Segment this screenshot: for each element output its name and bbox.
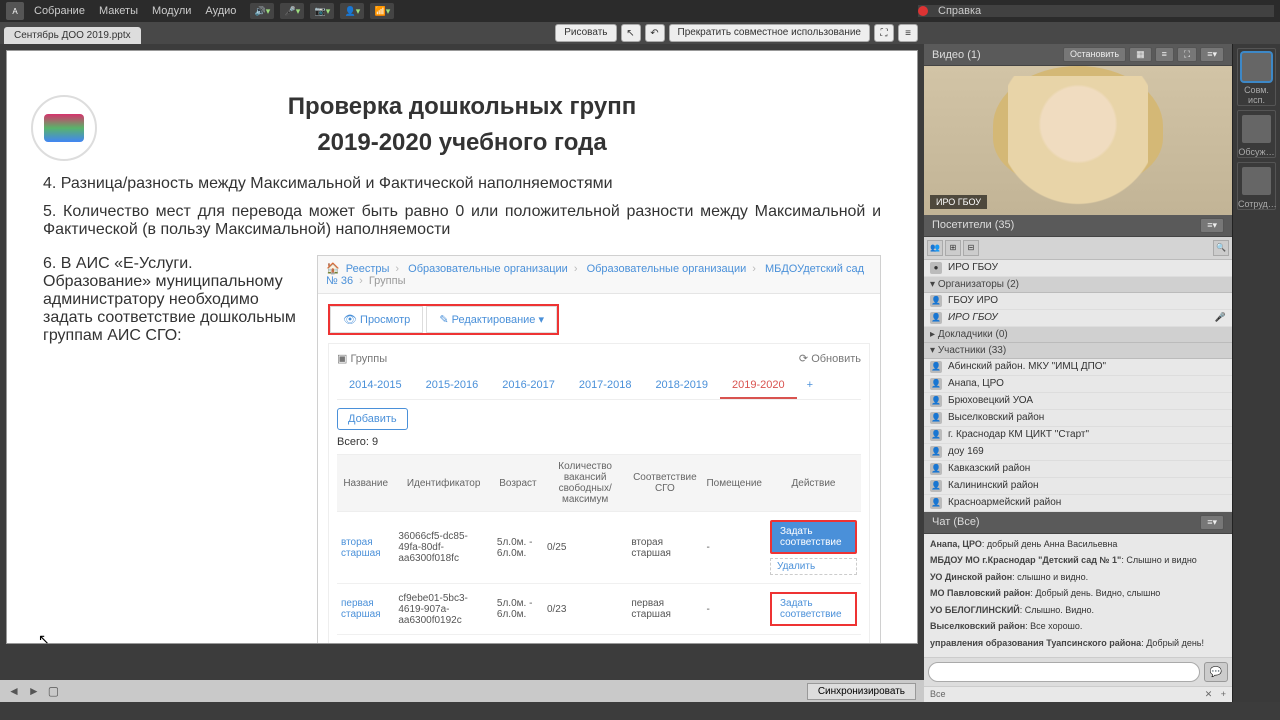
list-item[interactable]: 👤Кавказский район bbox=[924, 461, 1232, 478]
set-match-button[interactable]: Задать соответствие bbox=[770, 520, 857, 554]
list-item[interactable]: 👤доу 169 bbox=[924, 444, 1232, 461]
layout-sidebar: Совм. исп. Обсуж… Сотруд… bbox=[1232, 44, 1280, 702]
connection-icon[interactable]: 📶▾ bbox=[370, 3, 394, 19]
strip-icon[interactable]: ≡ bbox=[1155, 47, 1174, 62]
status-view-icon[interactable]: ⊞ bbox=[945, 240, 961, 256]
breadcrumb: 🏠 Реестры› Образовательные организации› … bbox=[318, 256, 880, 294]
ais-screenshot: 🏠 Реестры› Образовательные организации› … bbox=[317, 255, 881, 644]
attendee-list: ●ИРО ГБОУ ▾ Организаторы (2) 👤ГБОУ ИРО 👤… bbox=[924, 260, 1232, 512]
list-item[interactable]: 👤ГБОУ ИРО bbox=[924, 293, 1232, 310]
video-feed: ИРО ГБОУ bbox=[924, 66, 1232, 215]
slide-p4: 4. Разница/разность между Максимальной и… bbox=[43, 175, 881, 193]
chat-scope-label[interactable]: Все bbox=[930, 689, 946, 700]
chat-messages: Анапа, ЦРО: добрый день Анна Васильевна … bbox=[924, 534, 1232, 658]
slide-p5: 5. Количество мест для перевода может бы… bbox=[43, 203, 881, 239]
view-tab[interactable]: 👁 Просмотр bbox=[330, 306, 423, 333]
menu-meeting[interactable]: Собрание bbox=[34, 5, 85, 17]
slide-logo bbox=[31, 95, 97, 161]
video-pod-header: Видео (1) Остановить ▦ ≡ ⛶ ≡▾ bbox=[924, 44, 1232, 66]
mic-icon: 🎤 bbox=[1215, 312, 1226, 323]
status-icon[interactable]: 👤▾ bbox=[340, 3, 364, 19]
chat-header: Чат (Все) ≡▾ bbox=[924, 512, 1232, 534]
webcam-icon[interactable]: 📷▾ bbox=[310, 3, 334, 19]
group-participants[interactable]: ▾ Участники (33) bbox=[924, 343, 1232, 359]
add-button[interactable]: Добавить bbox=[337, 408, 408, 430]
pod-options-icon[interactable]: ≡▾ bbox=[1200, 515, 1224, 530]
total-label: Всего: 9 bbox=[337, 436, 861, 448]
list-item[interactable]: 👤Абинский район. МКУ "ИМЦ ДПО" bbox=[924, 359, 1232, 376]
layout-thumb[interactable] bbox=[1242, 53, 1271, 81]
document-tab[interactable]: Сентябрь ДОО 2019.pptx bbox=[4, 27, 141, 44]
list-item[interactable]: 👤Выселковский район bbox=[924, 410, 1232, 427]
attendee-toolbar: 👥 ⊞ ⊟ 🔍 bbox=[924, 237, 1232, 260]
prev-slide-icon[interactable]: ◄ bbox=[8, 684, 20, 698]
grid-icon[interactable]: ▦ bbox=[1129, 47, 1152, 62]
menu-layouts[interactable]: Макеты bbox=[99, 5, 138, 17]
fullscreen-icon[interactable]: ⛶ bbox=[874, 24, 894, 42]
refresh-link[interactable]: ⟳ Обновить bbox=[799, 352, 861, 365]
attendee-me[interactable]: ●ИРО ГБОУ bbox=[924, 260, 1232, 277]
pod-menu-icon[interactable]: ≡ bbox=[898, 24, 918, 42]
document-tabstrip: Сентябрь ДОО 2019.pptx Рисовать ↖ ↶ Прек… bbox=[0, 22, 1280, 44]
add-year-icon[interactable]: + bbox=[797, 373, 823, 399]
slide-navbar: ◄ ► ▢ Синхронизировать bbox=[0, 680, 924, 702]
table-row: первая старшая cf9ebe01-5bc3-4619-907a-a… bbox=[337, 584, 861, 635]
next-slide-icon[interactable]: ► bbox=[28, 684, 40, 698]
user-view-icon[interactable]: 👥 bbox=[927, 240, 943, 256]
slide: Проверка дошкольных групп 2019-2020 учеб… bbox=[6, 50, 918, 644]
list-item[interactable]: 👤Калининский район bbox=[924, 478, 1232, 495]
layout-thumb[interactable] bbox=[1242, 167, 1271, 195]
list-item[interactable]: 👤ИРО ГБОУ🎤 bbox=[924, 310, 1232, 327]
sync-button[interactable]: Синхронизировать bbox=[807, 683, 916, 700]
pod-options-icon[interactable]: ≡▾ bbox=[1200, 47, 1224, 62]
menu-help[interactable]: Справка bbox=[938, 5, 981, 17]
group-organizers[interactable]: ▾ Организаторы (2) bbox=[924, 277, 1232, 293]
slide-p6: 6. В АИС «Е-Услуги. Образование» муницип… bbox=[43, 255, 301, 644]
list-item[interactable]: 👤Красноармейский район bbox=[924, 495, 1232, 512]
set-match-button[interactable]: Задать соответствие bbox=[770, 592, 857, 626]
speaker-icon[interactable]: 🔊▾ bbox=[250, 3, 274, 19]
fullscreen-icon[interactable]: ⛶ bbox=[1177, 47, 1197, 62]
pod-options-icon[interactable]: ≡▾ bbox=[1200, 218, 1224, 233]
menu-modules[interactable]: Модули bbox=[152, 5, 191, 17]
stop-icon[interactable]: ▢ bbox=[48, 684, 59, 698]
chat-input[interactable] bbox=[928, 662, 1200, 682]
menu-bar: A Собрание Макеты Модули Аудио 🔊▾ 🎤▾ 📷▾ … bbox=[0, 0, 1280, 22]
draw-button[interactable]: Рисовать bbox=[555, 24, 616, 42]
pointer-icon[interactable]: ↖ bbox=[621, 24, 641, 42]
groups-table: НазваниеИдентификаторВозраст Количество … bbox=[337, 454, 861, 635]
table-row: вторая старшая 36066cf5-dc85-49fa-80df-a… bbox=[337, 512, 861, 584]
app-logo: A bbox=[6, 2, 24, 20]
year-tabs: 2014-2015 2015-2016 2016-2017 2017-2018 … bbox=[337, 373, 861, 400]
slide-title-2: 2019-2020 учебного года bbox=[25, 129, 899, 157]
list-item[interactable]: 👤Анапа, ЦРО bbox=[924, 376, 1232, 393]
attendees-header: Посетители (35) ≡▾ bbox=[924, 215, 1232, 237]
stop-video-button[interactable]: Остановить bbox=[1063, 47, 1126, 62]
mic-icon[interactable]: 🎤▾ bbox=[280, 3, 304, 19]
group-speakers[interactable]: ▸ Докладчики (0) bbox=[924, 327, 1232, 343]
delete-link[interactable]: Удалить bbox=[770, 558, 857, 575]
edit-tab[interactable]: ✎ Редактирование ▾ bbox=[426, 306, 557, 333]
list-item[interactable]: 👤г. Краснодар КМ ЦИКТ "Старт" bbox=[924, 427, 1232, 444]
breakout-icon[interactable]: ⊟ bbox=[963, 240, 979, 256]
send-icon[interactable]: 💬 bbox=[1204, 662, 1228, 682]
layout-thumb[interactable] bbox=[1242, 115, 1271, 143]
undo-icon[interactable]: ↶ bbox=[645, 24, 665, 42]
record-indicator bbox=[918, 6, 928, 16]
close-icon[interactable]: ✕ + bbox=[1205, 689, 1226, 700]
list-item[interactable]: 👤Брюховецкий УОА bbox=[924, 393, 1232, 410]
menu-audio[interactable]: Аудио bbox=[205, 5, 236, 17]
video-nametag: ИРО ГБОУ bbox=[930, 195, 987, 209]
slide-title-1: Проверка дошкольных групп bbox=[25, 93, 899, 121]
search-icon[interactable]: 🔍 bbox=[1213, 240, 1229, 256]
stop-share-button[interactable]: Прекратить совместное использование bbox=[669, 24, 871, 42]
edit-highlight: 👁 Просмотр ✎ Редактирование ▾ bbox=[328, 304, 559, 335]
